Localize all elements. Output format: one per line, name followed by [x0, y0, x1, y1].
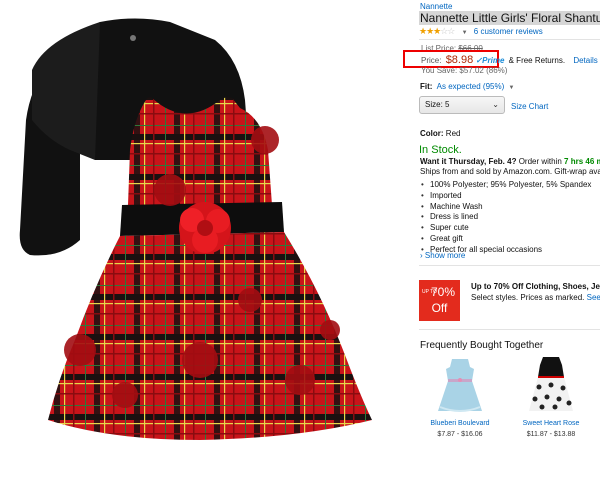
you-save: You Save: $57.02 (86%) — [421, 66, 508, 75]
chevron-down-icon: ⌄ — [492, 100, 499, 109]
chevron-down-icon: › — [420, 251, 423, 260]
product-image[interactable] — [0, 0, 410, 477]
fbt-item-price: $7.87 - $16.06 — [437, 431, 483, 438]
list-item: Super cute — [421, 223, 591, 234]
size-chart-link[interactable]: Size Chart — [511, 102, 548, 111]
list-item: Dress is lined — [421, 212, 591, 223]
list-item: Imported — [421, 191, 591, 202]
divider — [419, 39, 600, 40]
fbt-item-price: $11.87 - $13.88 — [526, 431, 576, 438]
reviews-link[interactable]: 6 customer reviews — [474, 27, 543, 36]
color-row: Color: Red — [420, 129, 461, 138]
promo-link[interactable]: See eligi — [587, 293, 600, 302]
promo-title[interactable]: Up to 70% Off Clothing, Shoes, Jewelry — [471, 282, 600, 291]
delivery-info: Want it Thursday, Feb. 4? Order within 7… — [420, 157, 600, 166]
price-label: Price: — [421, 56, 442, 65]
free-returns-text: & Free Returns. — [508, 56, 566, 65]
list-item: Machine Wash — [421, 202, 591, 213]
fbt-item-name[interactable]: Blueberi Boulevard — [420, 420, 500, 427]
fit-link[interactable]: As expected (95%) — [437, 82, 505, 91]
details-link[interactable]: Details — [573, 56, 597, 65]
chevron-down-icon[interactable]: ▼ — [462, 30, 468, 36]
product-title: Nannette Little Girls' Floral Shantung — [419, 11, 600, 25]
ships-from: Ships from and sold by Amazon.com. Gift-… — [420, 167, 600, 176]
fit-row: Fit: As expected (95%) ▼ — [420, 82, 515, 91]
promo-badge[interactable]: UP TO 70% Off — [419, 280, 460, 321]
rating-row: ★★★☆☆ ▼ 6 customer reviews — [419, 26, 543, 37]
list-item: Great gift — [421, 234, 591, 245]
divider — [419, 329, 600, 330]
price-row: Price: $8.98 ✓Prime & Free Returns. Deta… — [421, 54, 598, 66]
price-value: $8.98 — [445, 54, 474, 66]
show-more-link[interactable]: › Show more — [420, 251, 465, 260]
fbt-item-name[interactable]: Sweet Heart Rose — [511, 420, 591, 427]
chevron-down-icon[interactable]: ▼ — [509, 85, 515, 91]
fbt-item-image[interactable] — [434, 355, 486, 417]
brand-link[interactable]: Nannette — [420, 2, 452, 11]
list-item: 100% Polyester; 95% Polyester, 5% Spande… — [421, 180, 591, 191]
divider — [419, 265, 600, 266]
star-rating-icon[interactable]: ★★★☆☆ — [419, 26, 455, 36]
size-dropdown[interactable]: Size: 5 ⌄ — [419, 96, 505, 114]
promo-subtitle: Select styles. Prices as marked. See eli… — [471, 293, 600, 302]
feature-list: 100% Polyester; 95% Polyester, 5% Spande… — [421, 180, 591, 256]
prime-logo-icon: ✓Prime — [475, 56, 505, 65]
fbt-heading: Frequently Bought Together — [420, 340, 544, 351]
in-stock-status: In Stock. — [419, 144, 462, 156]
fbt-item-image[interactable] — [525, 355, 577, 417]
